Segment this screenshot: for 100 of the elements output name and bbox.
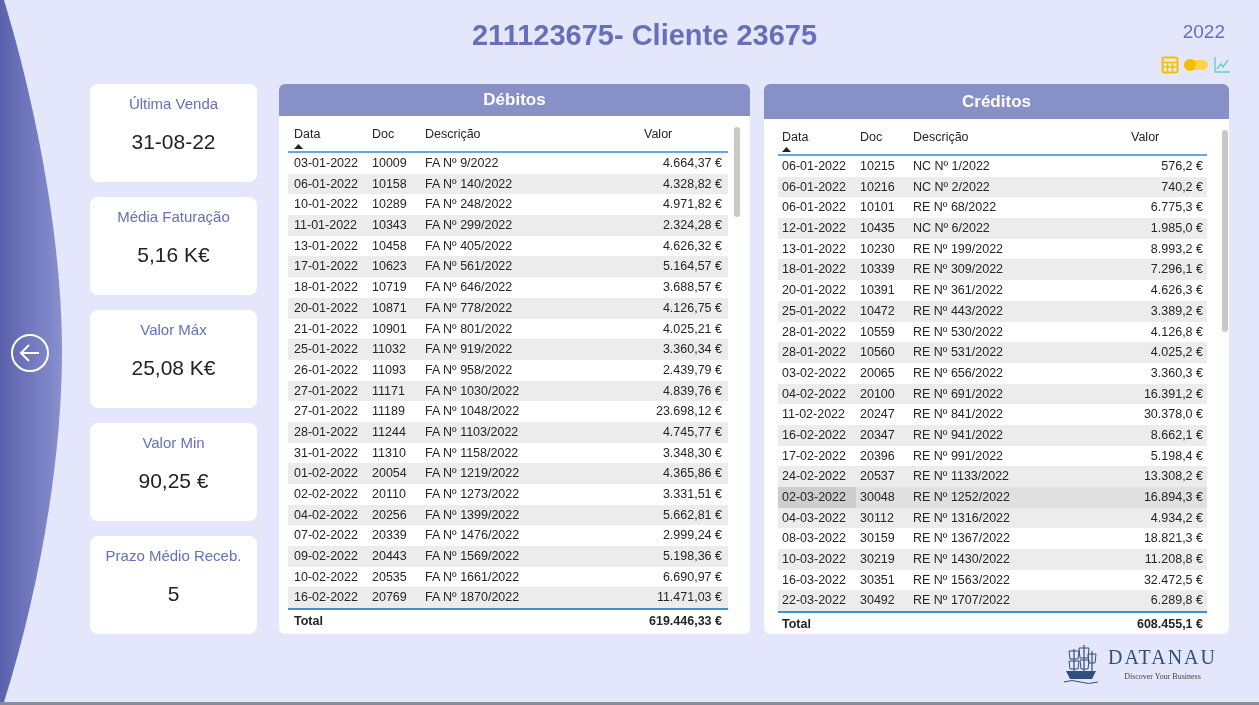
table-cell-text: 16-02-2022 xyxy=(781,426,847,444)
table-row[interactable]: 12-01-2022 10435 NC Nº 6/2022 1.985,0 € xyxy=(778,218,1207,239)
table-row[interactable]: 06-01-2022 10216 NC Nº 2/2022 740,2 € xyxy=(778,176,1207,198)
table-cell-text: 20100 xyxy=(859,385,896,403)
table-row[interactable]: 25-01-2022 11032 FA Nº 919/2022 3.360,34 € xyxy=(288,339,728,360)
table-row[interactable]: 09-02-2022 20443 FA Nº 1569/2022 5.198,36 € xyxy=(288,546,728,567)
table-cell-text: 30112 xyxy=(859,509,895,527)
table-cell-text: 30159 xyxy=(859,530,896,548)
table-cell-text: 06-01-2022 xyxy=(781,158,847,175)
table-cell-text: 10458 xyxy=(371,237,408,255)
table-row[interactable]: 27-01-2022 11189 FA Nº 1048/2022 23.698,12 € xyxy=(288,401,728,422)
table-row[interactable]: 13-01-2022 10230 RE Nº 199/2022 8.993,2 € xyxy=(778,238,1207,260)
table-row[interactable]: 01-02-2022 20054 FA Nº 1219/2022 4.365,86 € xyxy=(288,463,728,484)
view-toggle[interactable] xyxy=(1183,58,1209,72)
table-cell-text: 576,2 € xyxy=(1160,158,1204,175)
line-chart-icon[interactable] xyxy=(1213,56,1231,74)
table-row[interactable]: 17-01-2022 10623 FA Nº 561/2022 5.164,57 € xyxy=(288,256,728,278)
table-row[interactable]: 20-01-2022 10391 RE Nº 361/2022 4.626,3 € xyxy=(778,280,1207,301)
table-row[interactable]: 10-02-2022 20535 FA Nº 1661/2022 6.690,97 € xyxy=(288,566,728,588)
scrollbar[interactable] xyxy=(734,127,740,217)
table-row[interactable]: 07-02-2022 20339 FA Nº 1476/2022 2.999,24 € xyxy=(288,525,728,547)
table-cell-text: 3.348,30 € xyxy=(661,444,723,462)
table-cell-text: FA Nº 405/2022 xyxy=(424,237,514,255)
table-cell-text: 28-01-2022 xyxy=(781,344,847,362)
table-row[interactable]: 16-02-2022 20769 FA Nº 1870/2022 11.471,03 € xyxy=(288,587,728,609)
table-row[interactable]: 18-01-2022 10719 FA Nº 646/2022 3.688,57 € xyxy=(288,277,728,298)
table-row[interactable]: 28-01-2022 11244 FA Nº 1103/2022 4.745,77 € xyxy=(288,421,728,443)
table-cell-text: 11.471,03 € xyxy=(655,589,723,607)
table-cell-text: RE Nº 1316/2022 xyxy=(912,509,1011,527)
table-row[interactable]: 04-03-2022 30112 RE Nº 1316/2022 4.934,2 € xyxy=(778,507,1207,529)
table-row[interactable]: 28-01-2022 10559 RE Nº 530/2022 4.126,8 € xyxy=(778,321,1207,343)
table-row[interactable]: 04-02-2022 20256 FA Nº 1399/2022 5.662,81 € xyxy=(288,504,728,526)
column-header[interactable]: Valor xyxy=(1131,130,1160,144)
table-row[interactable]: 11-02-2022 20247 RE Nº 841/2022 30.378,0 € xyxy=(778,404,1207,425)
table-row[interactable]: 10-01-2022 10289 FA Nº 248/2022 4.971,82 € xyxy=(288,194,728,216)
table-cell-text: 17-02-2022 xyxy=(781,447,847,465)
column-header[interactable]: Descrição xyxy=(425,127,481,141)
table-row[interactable]: 24-02-2022 20537 RE Nº 1133/2022 13.308,2 € xyxy=(778,466,1207,487)
table-row[interactable]: 16-02-2022 20347 RE Nº 941/2022 8.662,1 € xyxy=(778,424,1207,446)
table-cell-text: FA Nº 140/2022 xyxy=(424,175,514,193)
column-header[interactable]: Valor xyxy=(644,127,673,141)
table-row[interactable]: 28-01-2022 10560 RE Nº 531/2022 4.025,2 € xyxy=(778,342,1207,363)
table-cell-text: FA Nº 1569/2022 xyxy=(424,548,521,566)
table-row[interactable]: 03-02-2022 20065 RE Nº 656/2022 3.360,3 € xyxy=(778,362,1207,384)
kpi-value: 25,08 K€ xyxy=(131,356,216,380)
column-header[interactable]: Descrição xyxy=(913,130,969,144)
table-cell-text: FA Nº 1103/2022 xyxy=(424,423,520,441)
table-row[interactable]: 02-03-2022 30048 RE Nº 1252/2022 16.894,3 € xyxy=(778,487,1207,508)
logo-name: DATANAU xyxy=(1107,645,1217,669)
table-row[interactable]: 20-01-2022 10871 FA Nº 778/2022 4.126,75 € xyxy=(288,297,728,319)
table-cell-text: 03-02-2022 xyxy=(781,364,847,382)
table-cell-text: 10-01-2022 xyxy=(293,196,359,214)
table-cell-text: RE Nº 691/2022 xyxy=(912,385,1005,403)
table-cell-text: 03-01-2022 xyxy=(293,155,359,172)
table-row[interactable]: 16-03-2022 30351 RE Nº 1563/2022 32.472,5 € xyxy=(778,569,1207,591)
table-cell-text: FA Nº 919/2022 xyxy=(424,341,514,359)
scrollbar[interactable] xyxy=(1222,130,1228,332)
table-row[interactable]: 06-01-2022 10158 FA Nº 140/2022 4.328,82 € xyxy=(288,173,728,195)
back-button[interactable] xyxy=(9,332,51,374)
table-cell: 02-03-2022 xyxy=(778,487,856,508)
table-cell-text: 20535 xyxy=(371,568,408,586)
table-cell-text: 3.360,3 € xyxy=(1149,364,1204,382)
column-header[interactable]: Doc xyxy=(372,127,395,141)
table-cell-text: 28-01-2022 xyxy=(293,423,359,441)
table-cell-text: RE Nº 1252/2022 xyxy=(912,489,1011,506)
table-row[interactable]: 11-01-2022 10343 FA Nº 299/2022 2.324,28 € xyxy=(288,215,728,236)
column-header[interactable]: Data xyxy=(782,130,809,144)
table-cell-text: 17-01-2022 xyxy=(293,258,359,276)
table-row[interactable]: 03-01-2022 10009 FA Nº 9/2022 4.664,37 € xyxy=(288,153,728,174)
table-cell-text: 4.025,21 € xyxy=(661,320,723,338)
table-row[interactable]: 25-01-2022 10472 RE Nº 443/2022 3.389,2 € xyxy=(778,300,1207,322)
table-cell-text: 20347 xyxy=(859,426,896,444)
table-cell-text: FA Nº 1273/2022 xyxy=(424,486,521,503)
table-cell-text: 18-01-2022 xyxy=(781,261,847,279)
table-cell-text: FA Nº 561/2022 xyxy=(424,258,514,276)
table-icon[interactable] xyxy=(1161,56,1179,74)
table-cell-text: 18-01-2022 xyxy=(293,279,359,297)
table-cell-text: RE Nº 531/2022 xyxy=(912,344,1005,362)
table-cell-text: 20-01-2022 xyxy=(293,299,359,317)
column-header[interactable]: Data xyxy=(294,127,321,141)
table-row[interactable]: 26-01-2022 11093 FA Nº 958/2022 2.439,79 € xyxy=(288,359,728,381)
table-row[interactable]: 22-03-2022 30492 RE Nº 1707/2022 6.289,8 € xyxy=(778,590,1207,612)
column-header[interactable]: Doc xyxy=(860,130,883,144)
table-row[interactable]: 27-01-2022 11171 FA Nº 1030/2022 4.839,76 € xyxy=(288,380,728,402)
table-row[interactable]: 08-03-2022 30159 RE Nº 1367/2022 18.821,3 € xyxy=(778,528,1207,550)
table-row[interactable]: 04-02-2022 20100 RE Nº 691/2022 16.391,2 € xyxy=(778,383,1207,405)
table-row[interactable]: 10-03-2022 30219 RE Nº 1430/2022 11.208,8 € xyxy=(778,549,1207,570)
table-row[interactable]: 17-02-2022 20396 RE Nº 991/2022 5.198,4 € xyxy=(778,445,1207,467)
table-row[interactable]: 31-01-2022 11310 FA Nº 1158/2022 3.348,30 € xyxy=(288,442,728,464)
table-cell-text: 3.360,34 € xyxy=(661,341,723,359)
table-cell-text: 10215 xyxy=(859,158,896,175)
table-row[interactable]: 02-02-2022 20110 FA Nº 1273/2022 3.331,51 € xyxy=(288,484,728,505)
table-cell-text: 10901 xyxy=(371,320,408,338)
table-row[interactable]: 18-01-2022 10339 RE Nº 309/2022 7.296,1 € xyxy=(778,259,1207,281)
table-row[interactable]: 06-01-2022 10215 NC Nº 1/2022 576,2 € xyxy=(778,156,1207,177)
table-cell-text: 11244 xyxy=(371,423,407,441)
table-cell-text: 4.025,2 € xyxy=(1149,344,1204,362)
table-row[interactable]: 06-01-2022 10101 RE Nº 68/2022 6.775,3 € xyxy=(778,197,1207,219)
table-row[interactable]: 13-01-2022 10458 FA Nº 405/2022 4.626,32 € xyxy=(288,235,728,257)
table-row[interactable]: 21-01-2022 10901 FA Nº 801/2022 4.025,21 € xyxy=(288,318,728,340)
